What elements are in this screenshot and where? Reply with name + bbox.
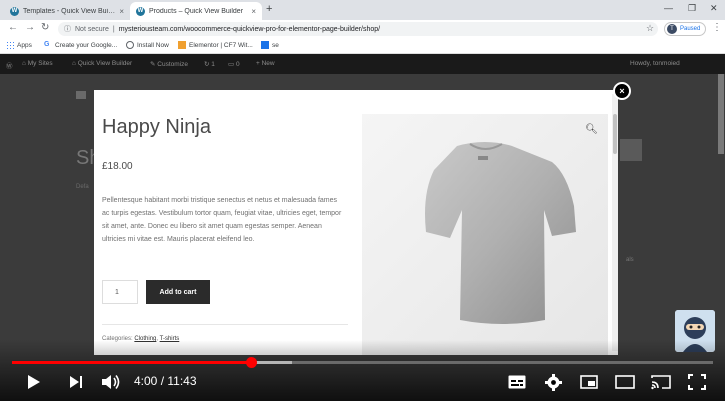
- bookmark-google[interactable]: G Create your Google...: [44, 41, 117, 49]
- security-label: Not secure: [75, 25, 109, 33]
- bookmark-elementor[interactable]: Elementor | CF7 Wit...: [178, 41, 253, 49]
- admin-item-my-sites[interactable]: ⌂ My Sites: [22, 60, 53, 67]
- tab-templates[interactable]: W Templates - Quick View Builder ... ×: [4, 2, 130, 20]
- browser-tabbar: W Templates - Quick View Builder ... × W…: [0, 0, 725, 20]
- background-block: [620, 139, 642, 161]
- admin-howdy[interactable]: Howdy, tonmoied: [630, 60, 680, 67]
- zoom-icon[interactable]: 🔍︎: [585, 124, 598, 135]
- volume-button[interactable]: [100, 372, 122, 392]
- wordpress-icon: W: [10, 6, 19, 16]
- quick-view-modal: Happy Ninja £18.00 Pellentesque habitant…: [94, 90, 618, 355]
- subtitles-icon: [508, 375, 526, 389]
- background-text-snippet: als: [626, 257, 634, 263]
- miniplayer-icon: [580, 375, 598, 389]
- tab-title: Products – Quick View Builder: [149, 7, 244, 15]
- theater-icon: [615, 375, 635, 389]
- bookmark-apps[interactable]: Apps: [6, 41, 32, 49]
- quantity-input[interactable]: 1: [102, 280, 138, 304]
- admin-item-customize[interactable]: ✎ Customize: [150, 60, 188, 68]
- avatar: T: [667, 24, 677, 34]
- wordpress-icon: W: [136, 6, 145, 16]
- globe-icon: [126, 41, 134, 49]
- address-bar-row: ← → ↻ ⓘ Not secure | mysteriousteam.com/…: [0, 20, 725, 38]
- admin-item-updates[interactable]: ↻ 1: [204, 60, 215, 68]
- play-button[interactable]: [25, 372, 43, 392]
- add-to-cart-button[interactable]: Add to cart: [146, 280, 210, 304]
- settings-button[interactable]: [543, 372, 563, 392]
- product-description: Pellentesque habitant morbi tristique se…: [102, 197, 342, 243]
- play-icon: [28, 375, 40, 389]
- product-title: Happy Ninja: [102, 116, 211, 138]
- forward-icon[interactable]: →: [25, 22, 35, 33]
- tshirt-image: [425, 142, 576, 324]
- admin-item-site[interactable]: ⌂ Quick View Builder: [72, 60, 132, 67]
- maximize-icon[interactable]: ❐: [688, 3, 696, 14]
- scrubber-handle[interactable]: [246, 357, 258, 368]
- gear-icon: [544, 373, 562, 391]
- menu-icon[interactable]: ⋮: [712, 22, 722, 33]
- next-icon: [70, 376, 82, 388]
- scrollbar-thumb[interactable]: [613, 114, 617, 154]
- product-price: £18.00: [102, 161, 133, 172]
- elementor-icon: [178, 41, 186, 49]
- cast-icon: [651, 375, 671, 390]
- screen: W Templates - Quick View Builder ... × W…: [0, 0, 725, 401]
- home-icon: [76, 91, 86, 99]
- divider: [102, 324, 348, 325]
- back-icon[interactable]: ←: [8, 22, 18, 33]
- page-scrollbar[interactable]: [718, 74, 724, 154]
- google-icon: G: [44, 41, 50, 48]
- profile-status: Paused: [680, 26, 701, 32]
- profile-button[interactable]: T Paused: [664, 22, 707, 36]
- close-tab-icon[interactable]: ×: [251, 7, 256, 16]
- wordpress-logo-icon[interactable]: Ⓦ: [6, 60, 13, 70]
- cast-button[interactable]: [650, 372, 672, 392]
- apps-grid-icon: [6, 41, 14, 49]
- comment-icon: ▭: [228, 61, 236, 68]
- modal-close-button[interactable]: ×: [613, 82, 631, 100]
- reload-icon[interactable]: ↻: [41, 22, 49, 33]
- fullscreen-icon: [688, 374, 706, 390]
- url-text: mysteriousteam.com/woocommerce-quickview…: [118, 25, 381, 33]
- bookmark-icon: [261, 41, 269, 49]
- next-button[interactable]: [67, 372, 85, 392]
- background-sort-label: Defa: [76, 184, 89, 190]
- bookmark-star-icon[interactable]: ☆: [646, 23, 654, 34]
- bookmark-install[interactable]: Install Now: [126, 41, 169, 49]
- wp-admin-bar: Ⓦ ⌂ My Sites ⌂ Quick View Builder ✎ Cust…: [0, 54, 725, 74]
- subtitles-button[interactable]: [507, 372, 527, 392]
- modal-scrollbar[interactable]: [612, 94, 618, 351]
- played-bar: [12, 361, 252, 364]
- bookmark-se[interactable]: se: [261, 41, 279, 49]
- tab-title: Templates - Quick View Builder ...: [23, 7, 115, 15]
- fullscreen-button[interactable]: [687, 372, 707, 392]
- miniplayer-button[interactable]: [579, 372, 599, 392]
- product-image[interactable]: 🔍︎: [362, 114, 608, 355]
- video-progress-bar[interactable]: [12, 357, 713, 368]
- close-tab-icon[interactable]: ×: [119, 7, 124, 16]
- bookmarks-bar: Apps G Create your Google... Install Now…: [0, 38, 725, 54]
- admin-item-new[interactable]: + New: [256, 60, 275, 67]
- admin-item-comments[interactable]: ▭ 0: [228, 60, 240, 68]
- theater-mode-button[interactable]: [615, 372, 635, 392]
- new-tab-button[interactable]: +: [266, 3, 272, 15]
- tab-products[interactable]: W Products – Quick View Builder ×: [130, 2, 262, 20]
- info-icon[interactable]: ⓘ: [64, 24, 71, 34]
- address-input[interactable]: ⓘ Not secure | mysteriousteam.com/woocom…: [58, 22, 658, 36]
- close-window-icon[interactable]: ✕: [710, 3, 718, 14]
- time-display: 4:00 / 11:43: [134, 374, 197, 388]
- volume-icon: [102, 375, 120, 389]
- minimize-icon[interactable]: —: [664, 3, 673, 13]
